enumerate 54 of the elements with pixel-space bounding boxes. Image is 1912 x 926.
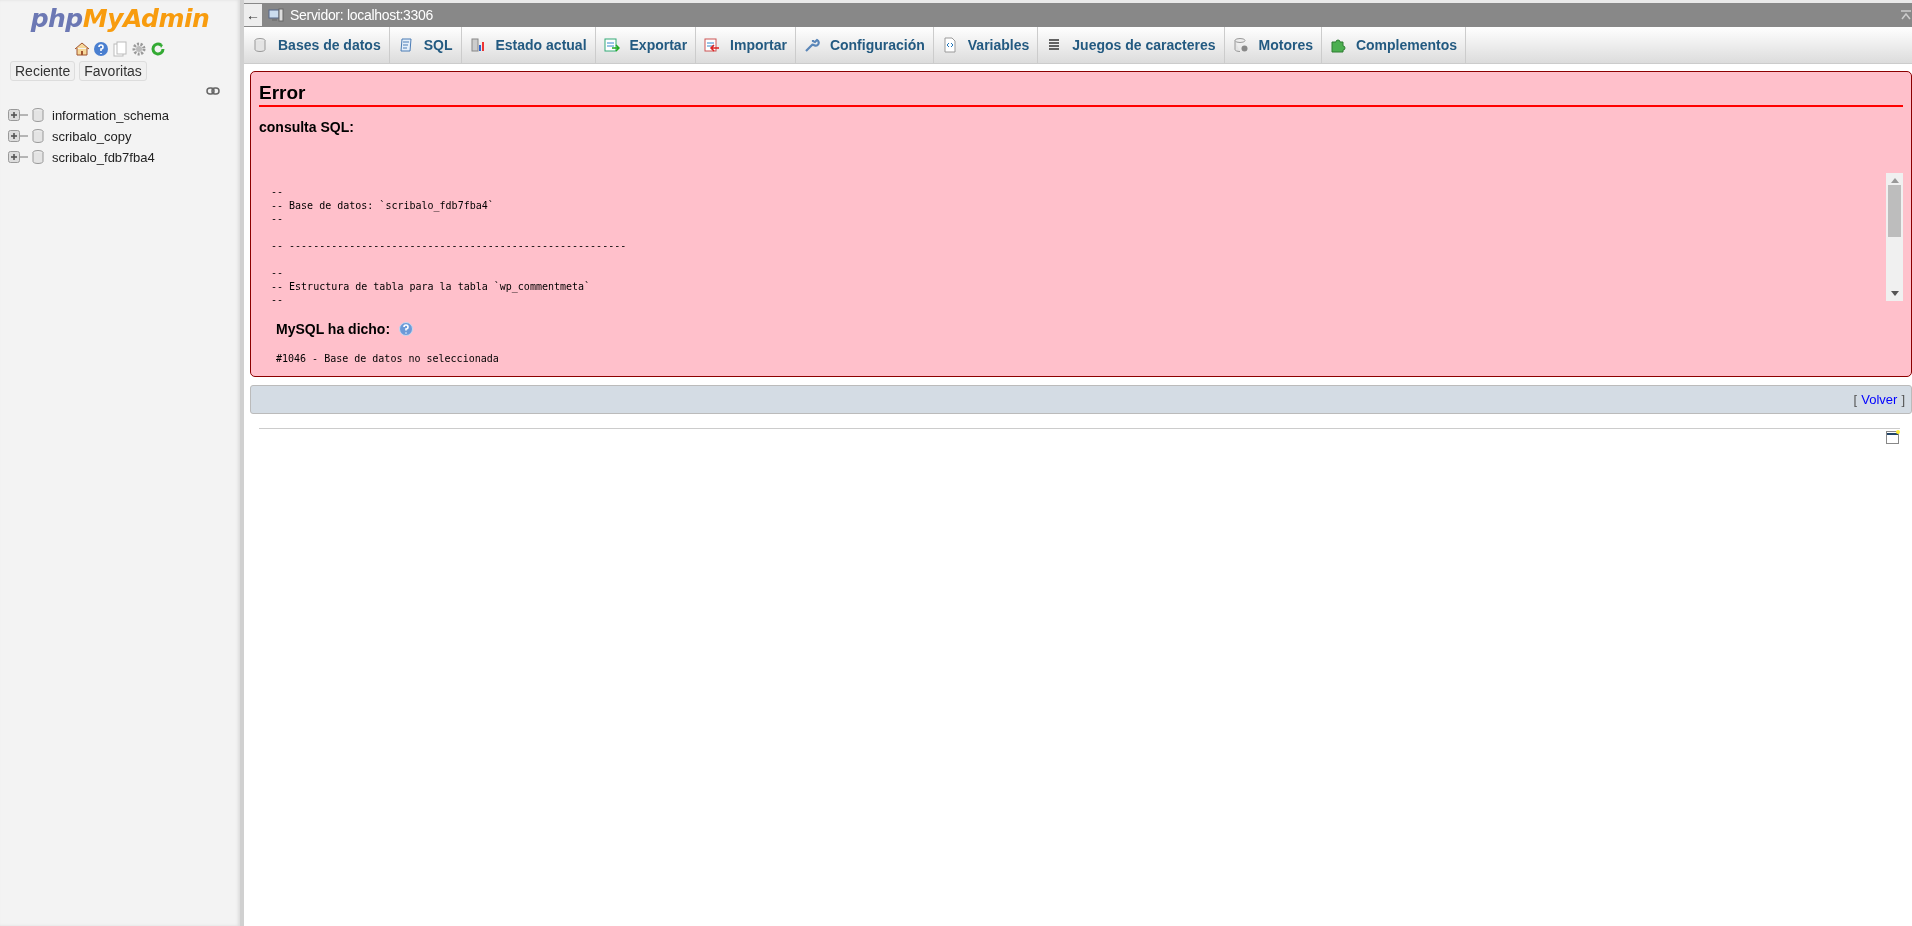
scrollbar[interactable] (1886, 173, 1903, 301)
scroll-down-arrow-icon[interactable] (1890, 291, 1899, 297)
back-link[interactable]: Volver (1861, 391, 1898, 407)
settings-icon (131, 41, 147, 57)
phpmyadmin-logo[interactable]: phpMyAdmin (0, 0, 240, 33)
nav-tab[interactable]: Motores (1224, 27, 1322, 63)
expand-toggle-icon[interactable] (8, 109, 28, 121)
nav-tab[interactable]: Importar (696, 27, 796, 63)
server-response-label: MySQL ha dicho: (276, 320, 391, 337)
collapse-button[interactable]: ← (244, 4, 262, 26)
reload-icon (150, 41, 166, 57)
chart-icon (469, 37, 486, 53)
engine-icon (1232, 37, 1249, 53)
server-breadcrumb[interactable]: Servidor: localhost:3306 (290, 7, 433, 23)
database-icon (30, 128, 46, 144)
error-title: Error (259, 82, 1903, 107)
database-name[interactable]: scribalo_fdb7fba4 (52, 149, 155, 165)
nav-tab[interactable]: Complementos (1321, 27, 1467, 63)
wrench-icon (803, 37, 820, 53)
nav-tab[interactable]: Configuración (795, 27, 934, 63)
error-message: #1046 - Base de datos no seleccionada (275, 352, 500, 364)
export-icon (603, 37, 620, 53)
database-name[interactable]: information_schema (52, 107, 170, 123)
database-icon (30, 149, 46, 165)
collapse-icon (1900, 9, 1912, 21)
nav-tab[interactable]: Estado actual (461, 27, 596, 63)
help-icon (398, 320, 415, 337)
bracket: ] (1901, 391, 1905, 407)
sidebar-tab[interactable]: Reciente (10, 61, 76, 81)
home-icon (74, 41, 90, 57)
import-icon (704, 37, 721, 53)
expand-toggle-icon[interactable] (8, 130, 28, 142)
database-icon (30, 107, 46, 123)
query-label: consulta SQL: (259, 119, 355, 135)
server-icon (268, 7, 284, 23)
code-icon (941, 37, 958, 53)
scroll-icon (397, 37, 414, 53)
help-icon (93, 41, 109, 57)
database-icon (252, 37, 268, 53)
link-icon (206, 87, 220, 95)
scroll-up-arrow-icon[interactable] (1890, 177, 1899, 183)
document-icon (112, 41, 128, 57)
nav-tab[interactable]: Variables (933, 27, 1039, 63)
console-icon (1886, 429, 1900, 444)
nav-tab[interactable]: Juegos de caracteres (1038, 27, 1225, 63)
puzzle-icon (1329, 37, 1346, 53)
sidebar-tab[interactable]: Favoritas (79, 61, 147, 81)
expand-toggle-icon[interactable] (8, 151, 28, 163)
database-name[interactable]: scribalo_copy (52, 128, 132, 144)
nav-tab[interactable]: Bases de datos (244, 27, 390, 63)
nav-tab[interactable]: SQL (389, 27, 462, 63)
nav-tab[interactable]: Exportar (595, 27, 697, 63)
bracket: [ (1853, 391, 1858, 407)
sql-query-code: -- -- Base de datos: `scribalo_fdb7fba4` -- -- -------------------------------------------------------- -- -- Estructura de tabla para la tabla `wp_commentmeta` -- (270, 185, 628, 307)
